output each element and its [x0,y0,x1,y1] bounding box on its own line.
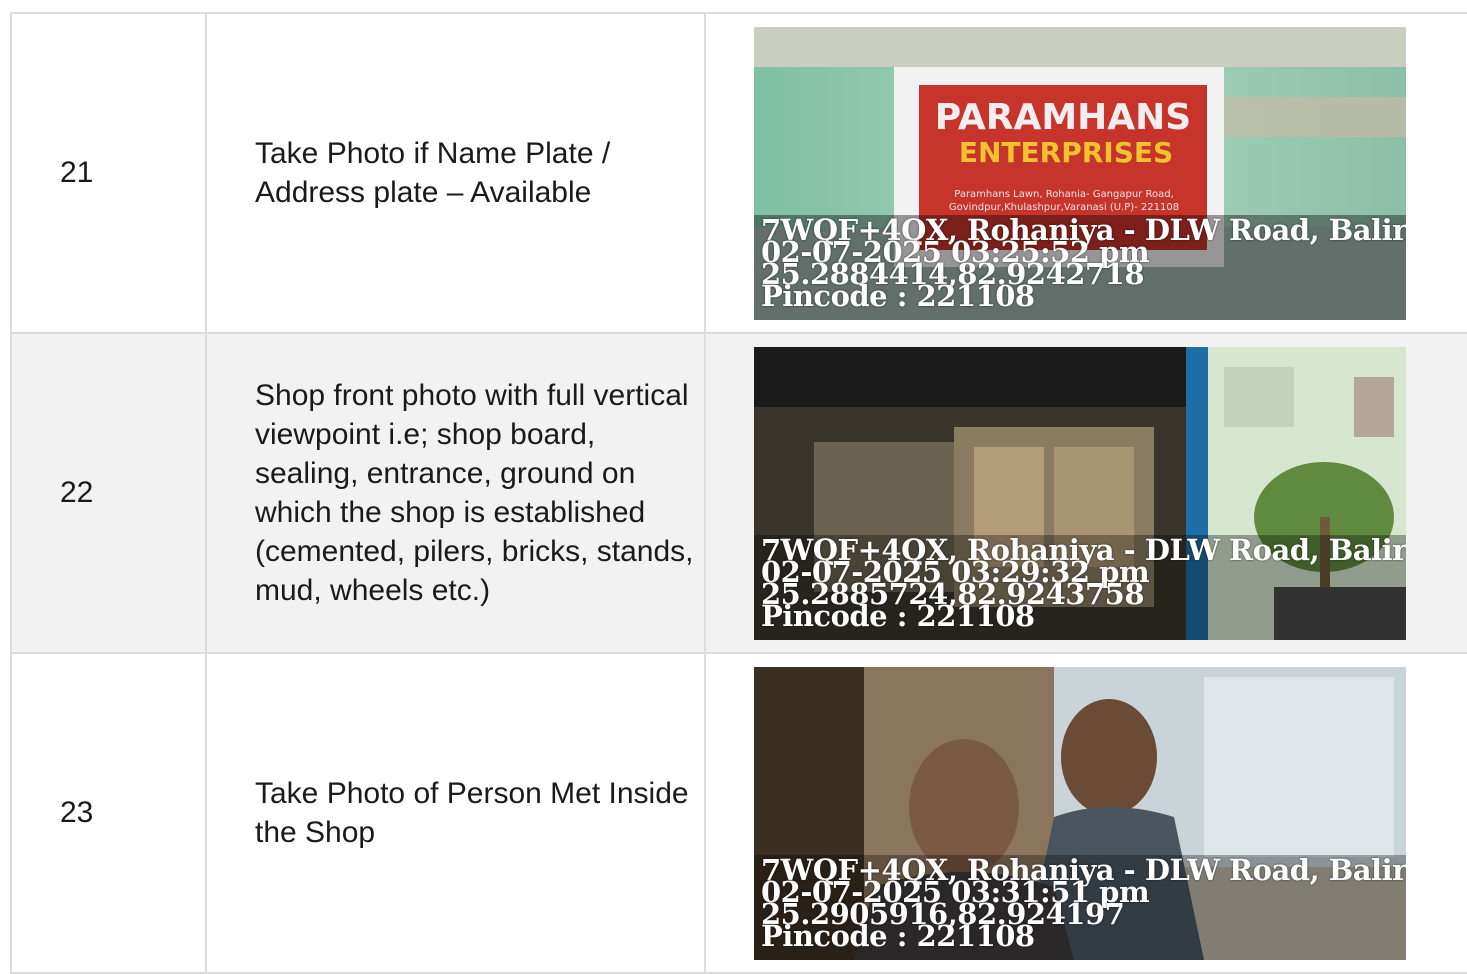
row-description: Shop front photo with full vertical view… [205,332,706,654]
photo-cell: 7WQF+4QX, Rohaniya - DLW Road, Baliram 0… [704,332,1467,654]
name-plate-photo: PARAMHANS ENTERPRISES Paramhans Lawn, Ro… [754,27,1406,320]
shop-front-photo: 7WQF+4QX, Rohaniya - DLW Road, Baliram 0… [754,347,1406,640]
table-row: 22 Shop front photo with full vertical v… [10,332,1467,654]
geo-stamp: 7WQF+4QX, Rohaniya - DLW Road, Baliram 0… [761,536,1406,631]
sign-address-line: Govindpur,Khulashpur,Varanasi (U.P)- 221… [949,202,1179,213]
table-row: 21 Take Photo if Name Plate / Address pl… [10,12,1467,334]
photo-cell: 7WQF+4QX, Rohaniya - DLW Road, Baliram 0… [704,652,1467,974]
sign-address-line: Paramhans Lawn, Rohania- Gangapur Road, [954,189,1174,200]
row-description: Take Photo if Name Plate / Address plate… [205,12,706,334]
geo-stamp: 7WQF+4QX, Rohaniya - DLW Road, Baliram 0… [761,216,1406,311]
person-met-photo: 7WQF+4QX, Rohaniya - DLW Road, Baliram 0… [754,667,1406,960]
photo-cell: PARAMHANS ENTERPRISES Paramhans Lawn, Ro… [704,12,1467,334]
table-row: 23 Take Photo of Person Met Inside the S… [10,652,1467,974]
geo-stamp: 7WQF+4QX, Rohaniya - DLW Road, Baliram 0… [761,856,1406,951]
sign-title: PARAMHANS [935,97,1191,138]
row-number: 23 [10,652,207,974]
row-number: 21 [10,12,207,334]
verification-table: 21 Take Photo if Name Plate / Address pl… [10,12,1467,974]
row-description: Take Photo of Person Met Inside the Shop [205,652,706,974]
row-number: 22 [10,332,207,654]
sign-subtitle: ENTERPRISES [959,136,1173,169]
